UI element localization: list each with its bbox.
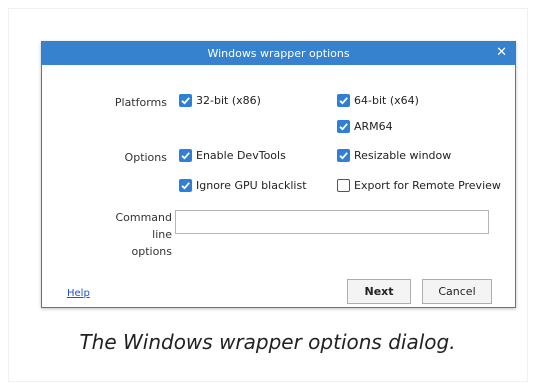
command-line-options-input[interactable] (175, 210, 489, 234)
close-icon[interactable]: ✕ (496, 45, 507, 60)
checkmark-icon (337, 149, 350, 162)
checkbox-resizable-window[interactable]: Resizable window (337, 149, 451, 162)
checkmark-icon (337, 94, 350, 107)
figure-caption: The Windows wrapper options dialog. (79, 330, 456, 354)
cancel-button[interactable]: Cancel (422, 279, 492, 304)
windows-wrapper-options-dialog: Windows wrapper options ✕ Platforms 32-b… (41, 41, 516, 308)
platforms-label: Platforms (114, 96, 167, 109)
checkbox-ignore-gpu-blacklist-label: Ignore GPU blacklist (196, 179, 307, 192)
next-button[interactable]: Next (347, 279, 411, 304)
command-line-label-line2: options (131, 245, 172, 258)
checkbox-export-remote-preview[interactable]: Export for Remote Preview (337, 179, 501, 192)
checkbox-64bit[interactable]: 64-bit (x64) (337, 94, 419, 107)
checkbox-arm64[interactable]: ARM64 (337, 120, 393, 133)
checkbox-resizable-window-label: Resizable window (354, 149, 452, 162)
checkmark-icon (337, 120, 350, 133)
checkbox-32bit[interactable]: 32-bit (x86) (179, 94, 261, 107)
command-line-options-label: Command line options (112, 209, 172, 260)
checkmark-icon (179, 149, 192, 162)
checkmark-icon (179, 94, 192, 107)
dialog-titlebar: Windows wrapper options ✕ (42, 42, 515, 65)
checkbox-ignore-gpu-blacklist[interactable]: Ignore GPU blacklist (179, 179, 307, 192)
checkmark-icon (179, 179, 192, 192)
checkbox-64bit-label: 64-bit (x64) (354, 94, 419, 107)
empty-checkbox-icon (337, 179, 350, 192)
help-link[interactable]: Help (67, 288, 90, 299)
checkbox-enable-devtools-label: Enable DevTools (196, 149, 286, 162)
command-line-label-line1: Command line (115, 211, 172, 241)
checkbox-arm64-label: ARM64 (354, 120, 393, 133)
checkbox-32bit-label: 32-bit (x86) (196, 94, 261, 107)
checkbox-export-remote-preview-label: Export for Remote Preview (354, 179, 501, 192)
checkbox-enable-devtools[interactable]: Enable DevTools (179, 149, 286, 162)
dialog-title: Windows wrapper options (207, 47, 350, 60)
options-label: Options (124, 151, 167, 164)
